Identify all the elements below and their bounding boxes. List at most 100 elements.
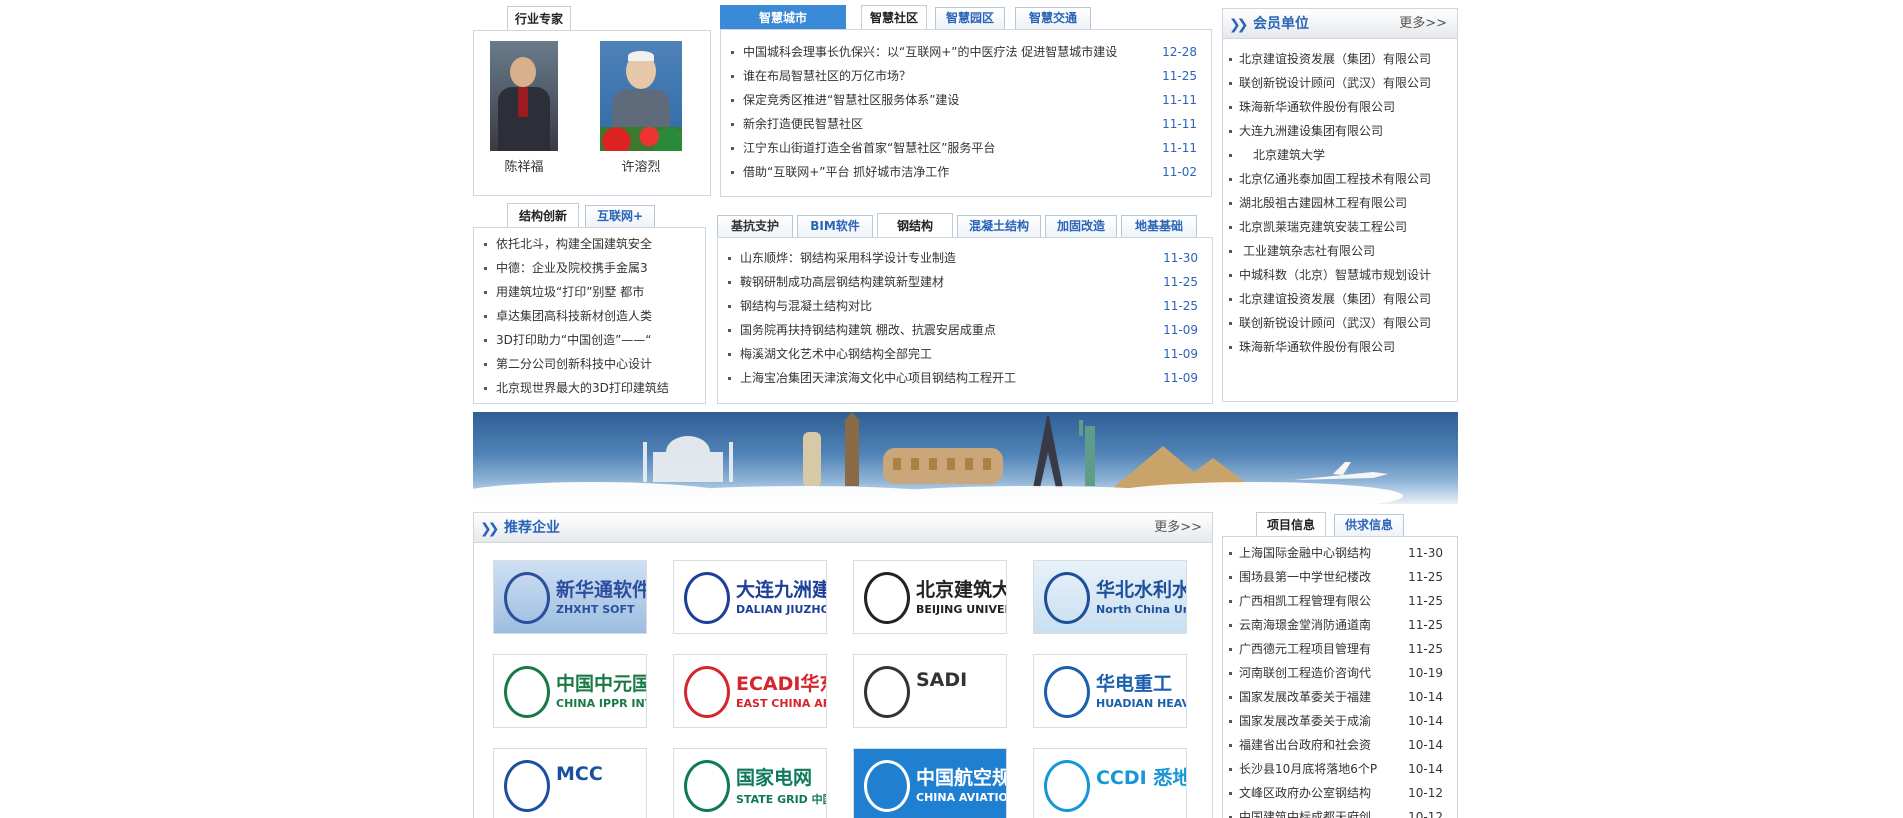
list-item[interactable]: 北京建筑大学 xyxy=(1223,143,1457,167)
list-item[interactable]: 北京凯莱瑞克建筑安装工程公司 xyxy=(1223,215,1457,239)
logo-name: 中国中元国际工 xyxy=(556,673,646,695)
expert-photo-2[interactable] xyxy=(600,41,682,151)
list-item[interactable]: 中国建筑中标成都天府创 10-12 xyxy=(1223,805,1457,818)
logo-emblem-icon xyxy=(504,572,550,624)
enterprise-logo[interactable]: CCDI 悉地 xyxy=(1033,748,1187,818)
tab-structure-innovation[interactable]: 结构创新 xyxy=(507,203,579,228)
list-item[interactable]: 北京现世界最大的3D打印建筑结 xyxy=(474,376,705,400)
tab-foundation[interactable]: 地基基础 xyxy=(1121,215,1197,237)
enterprise-logo[interactable]: MCC xyxy=(493,748,647,818)
recommended-more-link[interactable]: 更多>> xyxy=(1154,513,1202,543)
list-item[interactable]: 河南联创工程造价咨询代 10-19 xyxy=(1223,661,1457,685)
enterprise-logo[interactable]: 华北水利水电大学 North China University of Water … xyxy=(1033,560,1187,634)
logo-subtitle: STATE GRID 中国电力科学研究院 xyxy=(736,793,826,806)
list-item[interactable]: 上海宝冶集团天津滨海文化中心项目钢结构工程开工 11-09 xyxy=(718,366,1212,390)
logo-name: 大连九洲建设 xyxy=(736,579,826,601)
list-item[interactable]: 湖北殷祖古建园林工程有限公司 xyxy=(1223,191,1457,215)
logo-subtitle: HUADIAN HEAV xyxy=(1096,697,1187,710)
enterprise-logo[interactable]: ECADI华东建筑 EAST CHINA ARCHITECTUR xyxy=(673,654,827,728)
list-item[interactable]: 卓达集团高科技新材创造人类 xyxy=(474,304,705,328)
smart-city-list: 中国城科会理事长仇保兴：以“互联网+”的中医疗法 促进智慧城市建设 12-28 谁… xyxy=(721,40,1211,184)
logo-name: SADI xyxy=(916,669,968,691)
list-item[interactable]: 北京建谊投资发展（集团）有限公司 xyxy=(1223,287,1457,311)
logo-emblem-icon xyxy=(684,572,730,624)
logo-emblem-icon xyxy=(684,666,730,718)
list-item[interactable]: 长沙县10月底将落地6个P 10-14 xyxy=(1223,757,1457,781)
list-item[interactable]: 福建省出台政府和社会资 10-14 xyxy=(1223,733,1457,757)
tab-concrete-structure[interactable]: 混凝土结构 xyxy=(957,215,1041,237)
tab-foundation-pit[interactable]: 基抗支护 xyxy=(717,215,793,237)
list-item[interactable]: 第二分公司创新科技中心设计 xyxy=(474,352,705,376)
enterprise-logo[interactable]: 国家电网 STATE GRID 中国电力科学研究院 xyxy=(673,748,827,818)
enterprise-logo[interactable]: 中国航空规划设计 CHINA AVIATION PLANNING A xyxy=(853,748,1007,818)
projects-list: 上海国际金融中心钢结构 11-30 围场县第一中学世纪楼改 11-25 广西相凯工程… xyxy=(1223,541,1457,818)
expert-photo-1[interactable] xyxy=(490,41,558,151)
list-item[interactable]: 工业建筑杂志社有限公司 xyxy=(1223,239,1457,263)
list-item[interactable]: 围场县第一中学世纪楼改 11-25 xyxy=(1223,565,1457,589)
tab-smart-community[interactable]: 智慧社区 xyxy=(861,5,927,30)
members-more-link[interactable]: 更多>> xyxy=(1399,9,1447,39)
tab-smart-park[interactable]: 智慧园区 xyxy=(935,7,1005,29)
recommended-title: 推荐企业 xyxy=(504,520,560,536)
list-item[interactable]: 北京亿通兆泰加固工程技术有限公司 xyxy=(1223,167,1457,191)
experts-panel: 陈祥福 许溶烈 xyxy=(473,30,711,196)
list-item[interactable]: 联创新锐设计顾问（武汉）有限公司 xyxy=(1223,311,1457,335)
list-item[interactable]: 上海国际金融中心钢结构 11-30 xyxy=(1223,541,1457,565)
list-item[interactable]: 大连九洲建设集团有限公司 xyxy=(1223,119,1457,143)
list-item[interactable]: 保定竞秀区推进“智慧社区服务体系”建设 11-11 xyxy=(721,88,1211,112)
list-item[interactable]: 新余打造便民智慧社区 11-11 xyxy=(721,112,1211,136)
logo-subtitle: CHINA IPPR INTERNATIONA xyxy=(556,697,646,710)
tab-smart-city[interactable]: 智慧城市 xyxy=(720,5,846,29)
list-item[interactable]: 广西德元工程项目管理有 11-25 xyxy=(1223,637,1457,661)
logo-name: 新华通软件 xyxy=(556,579,647,601)
tab-bim-software[interactable]: BIM软件 xyxy=(797,215,873,237)
list-item[interactable]: 依托北斗，构建全国建筑安全 xyxy=(474,232,705,256)
landmarks-banner[interactable] xyxy=(473,412,1458,504)
logo-subtitle: North China University of Water Resource… xyxy=(1096,603,1186,616)
list-item[interactable]: 联创新锐设计顾问（武汉）有限公司 xyxy=(1223,71,1457,95)
list-item[interactable]: 北京建谊投资发展（集团）有限公司 xyxy=(1223,47,1457,71)
enterprise-logo[interactable]: 中国中元国际工 CHINA IPPR INTERNATIONA xyxy=(493,654,647,728)
logo-name: 国家电网 xyxy=(736,767,813,789)
logo-name: 华北水利水电大学 xyxy=(1096,579,1186,601)
list-item[interactable]: 3D打印助力“中国创造”——“ xyxy=(474,328,705,352)
list-item[interactable]: 江宁东山街道打造全省首家“智慧社区”服务平台 11-11 xyxy=(721,136,1211,160)
list-item[interactable]: 钢结构与混凝土结构对比 11-25 xyxy=(718,294,1212,318)
list-item[interactable]: 云南海璟金堂消防通道南 11-25 xyxy=(1223,613,1457,637)
list-item[interactable]: 文峰区政府办公室钢结构 10-12 xyxy=(1223,781,1457,805)
tab-smart-transport[interactable]: 智慧交通 xyxy=(1015,7,1091,29)
enterprise-logo[interactable]: 北京建筑大学 BEIJING UNIVERSITY OF CIVIL ENGINE… xyxy=(853,560,1007,634)
tab-steel-structure[interactable]: 钢结构 xyxy=(877,213,953,238)
tab-internet-plus[interactable]: 互联网+ xyxy=(585,205,655,227)
list-item[interactable]: 鞍钢研制成功高层钢结构建筑新型建材 11-25 xyxy=(718,270,1212,294)
structure-list: 依托北斗，构建全国建筑安全 中德：企业及院校携手金属3 用建筑垃圾“打印”别墅 … xyxy=(474,232,705,400)
list-item[interactable]: 中德：企业及院校携手金属3 xyxy=(474,256,705,280)
list-item[interactable]: 珠海新华通软件股份有限公司 xyxy=(1223,95,1457,119)
list-item[interactable]: 借助“互联网+”平台 抓好城市洁净工作 11-02 xyxy=(721,160,1211,184)
list-item[interactable]: 广西相凯工程管理有限公 11-25 xyxy=(1223,589,1457,613)
list-item[interactable]: 用建筑垃圾“打印”别墅 都市 xyxy=(474,280,705,304)
list-item[interactable]: 珠海新华通软件股份有限公司 xyxy=(1223,335,1457,359)
list-item[interactable]: 国家发展改革委关于成渝 10-14 xyxy=(1223,709,1457,733)
enterprise-logo[interactable]: 新华通软件 ZHXHT SOFT xyxy=(493,560,647,634)
list-item[interactable]: 梅溪湖文化艺术中心钢结构全部完工 11-09 xyxy=(718,342,1212,366)
list-item[interactable]: 山东顺烨：钢结构采用科学设计专业制造 11-30 xyxy=(718,246,1212,270)
expert-name-2[interactable]: 许溶烈 xyxy=(600,156,682,175)
list-item[interactable]: 中国城科会理事长仇保兴：以“互联网+”的中医疗法 促进智慧城市建设 12-28 xyxy=(721,40,1211,64)
expert-name-1[interactable]: 陈祥福 xyxy=(490,156,558,175)
steel-panel: 山东顺烨：钢结构采用科学设计专业制造 11-30 鞍钢研制成功高层钢结构建筑新型建… xyxy=(717,237,1213,404)
tab-project-info[interactable]: 项目信息 xyxy=(1256,512,1326,537)
enterprise-logo[interactable]: 大连九洲建设 DALIAN JIUZHOU CO xyxy=(673,560,827,634)
enterprise-logo[interactable]: 华电重工 HUADIAN HEAV xyxy=(1033,654,1187,728)
list-item[interactable]: 国家发展改革委关于福建 10-14 xyxy=(1223,685,1457,709)
tab-supply-demand[interactable]: 供求信息 xyxy=(1334,514,1404,536)
list-item[interactable]: 国务院再扶持钢结构建筑 棚改、抗震安居成重点 11-09 xyxy=(718,318,1212,342)
tab-reinforcement[interactable]: 加固改造 xyxy=(1045,215,1117,237)
logo-emblem-icon xyxy=(1044,760,1090,812)
structure-tabbar: 结构创新 互联网+ xyxy=(473,203,706,228)
logo-subtitle: DALIAN JIUZHOU CO xyxy=(736,603,826,616)
enterprise-logo[interactable]: SADI xyxy=(853,654,1007,728)
list-item[interactable]: 中城科数（北京）智慧城市规划设计 xyxy=(1223,263,1457,287)
list-item[interactable]: 谁在布局智慧社区的万亿市场？ 11-25 xyxy=(721,64,1211,88)
tab-experts[interactable]: 行业专家 xyxy=(507,6,571,31)
